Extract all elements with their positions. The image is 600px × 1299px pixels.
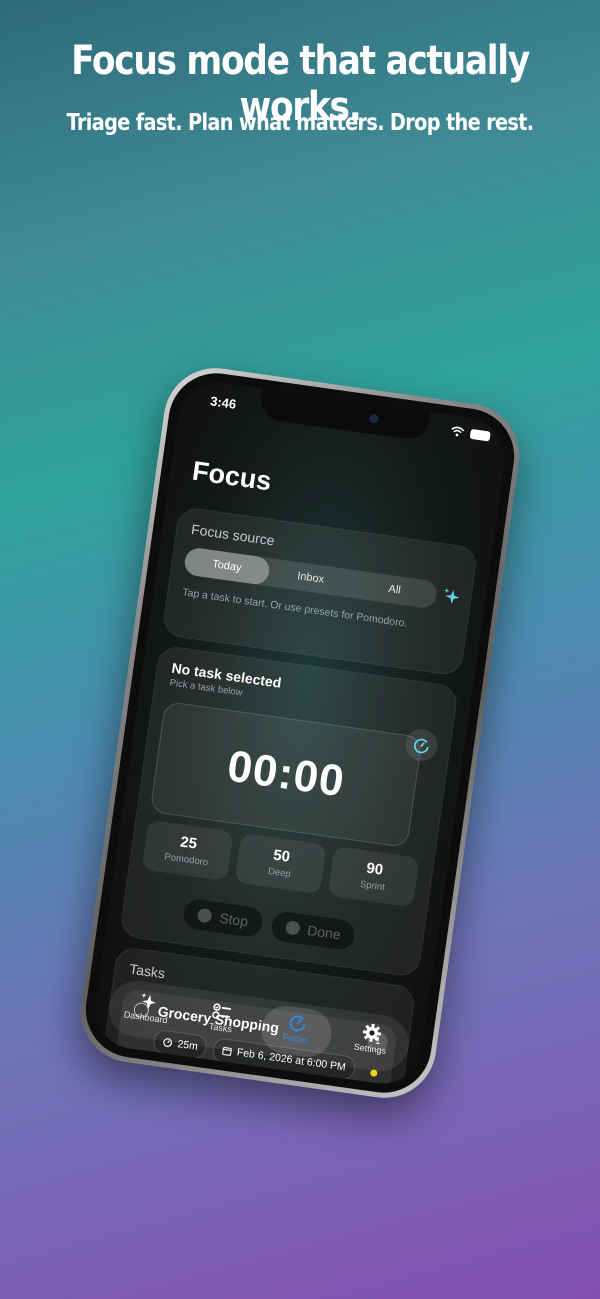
timer-icon	[289, 1015, 306, 1032]
camera-icon	[368, 413, 380, 424]
tab-dashboard[interactable]: Dashboard	[109, 982, 185, 1039]
marketing-subheadline: Triage fast. Plan what matters. Drop the…	[66, 110, 535, 136]
tab-tasks[interactable]: Tasks	[183, 992, 259, 1049]
sparkles-icon	[141, 992, 156, 1010]
focus-source-label: Focus source	[190, 520, 276, 549]
phone-mockup: 3:46 Focus Focus source Today Inbox All …	[74, 361, 526, 1105]
segment-all[interactable]: All	[351, 570, 439, 610]
timer-reset-icon	[413, 738, 429, 754]
stop-button[interactable]: Stop	[181, 897, 265, 939]
status-time: 3:46	[209, 393, 238, 412]
timer-card: No task selected Pick a task below 00:00…	[119, 644, 459, 978]
timer-actions: Stop Done	[181, 897, 357, 952]
wifi-icon	[451, 426, 465, 437]
done-label: Done	[306, 922, 342, 943]
checklist-icon	[212, 1003, 232, 1019]
stop-icon	[196, 907, 213, 924]
sparkle-icon[interactable]	[441, 587, 461, 607]
gear-icon	[363, 1023, 382, 1043]
stop-label: Stop	[218, 909, 250, 930]
page-title: Focus	[190, 455, 274, 497]
status-icons	[450, 425, 491, 442]
preset-sprint[interactable]: 90 Sprint	[327, 845, 420, 908]
tasks-label: Tasks	[128, 960, 167, 982]
segment-today[interactable]: Today	[182, 546, 271, 586]
segment-inbox[interactable]: Inbox	[267, 558, 355, 598]
preset-deep[interactable]: 50 Deep	[234, 832, 327, 895]
reset-timer-button[interactable]	[403, 726, 440, 764]
preset-pomodoro[interactable]: 25 Pomodoro	[141, 819, 234, 882]
checkmark-icon	[284, 919, 301, 936]
battery-icon	[469, 428, 491, 442]
tab-settings[interactable]: Settings	[333, 1013, 409, 1070]
app-screen: 3:46 Focus Focus source Today Inbox All …	[89, 377, 511, 1089]
tab-focus[interactable]: Focus	[258, 1002, 335, 1061]
timer-digits: 00:00	[224, 741, 348, 807]
done-button[interactable]: Done	[269, 910, 357, 952]
